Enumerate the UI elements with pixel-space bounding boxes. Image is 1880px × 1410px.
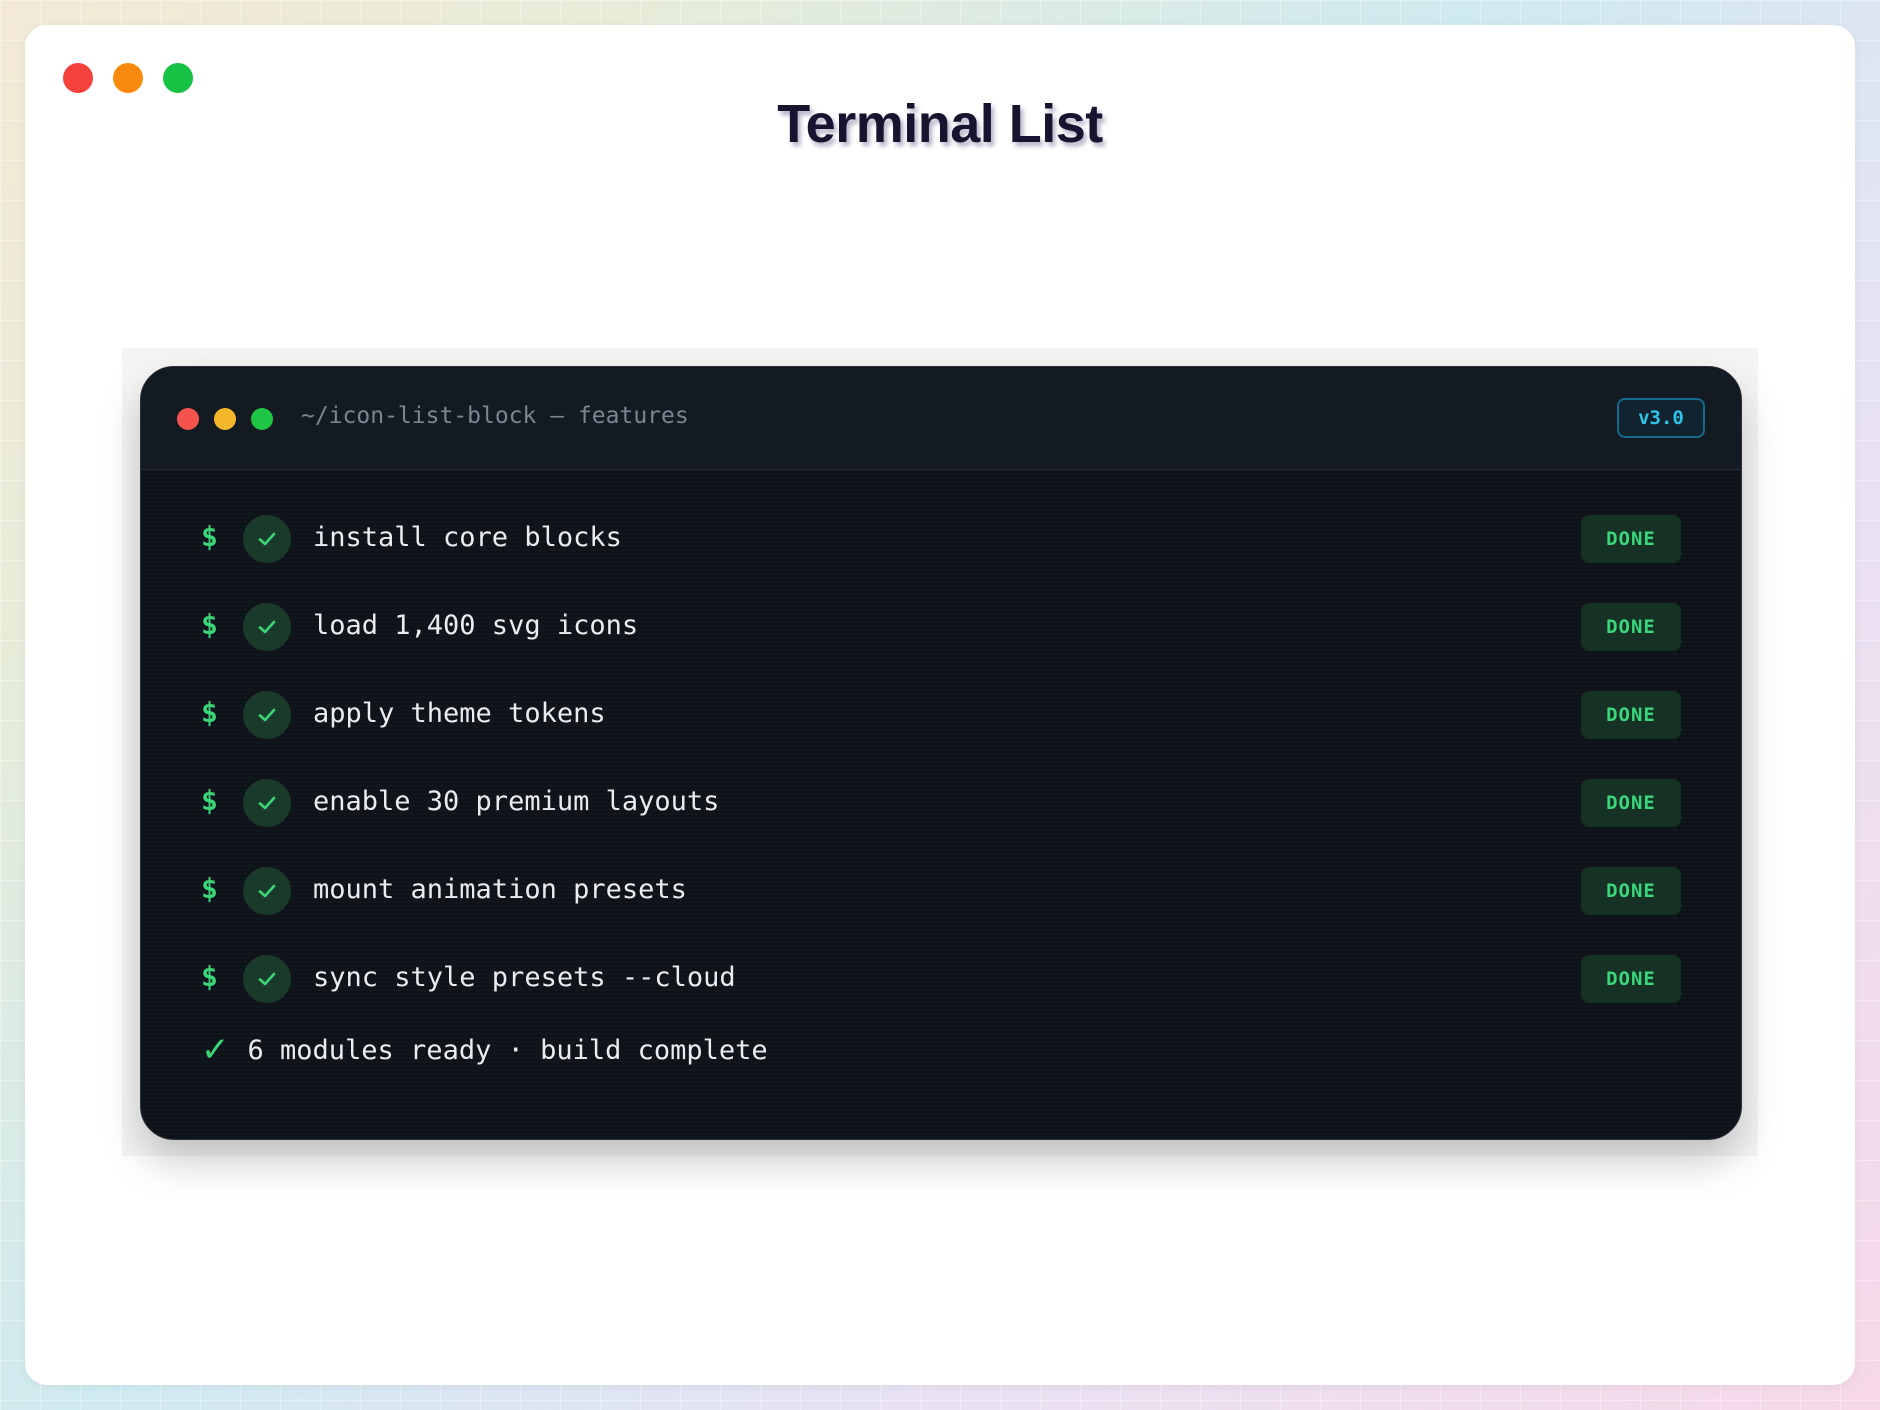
summary-line: ✓ 6 modules ready · build complete <box>201 1033 768 1067</box>
task-row: $ apply theme tokens DONE <box>141 686 1741 746</box>
check-icon <box>243 779 291 827</box>
status-badge: DONE <box>1581 955 1681 1003</box>
terminal-close-dot <box>177 408 199 430</box>
maximize-window-button[interactable] <box>163 63 193 93</box>
check-icon <box>243 603 291 651</box>
prompt-symbol: $ <box>201 608 218 641</box>
terminal-path: ~/icon-list-block — features <box>301 403 689 429</box>
terminal-header: ~/icon-list-block — features v3.0 <box>141 367 1741 470</box>
task-label: enable 30 premium layouts <box>313 786 720 817</box>
check-icon <box>243 867 291 915</box>
check-icon <box>243 955 291 1003</box>
minimize-window-button[interactable] <box>113 63 143 93</box>
terminal-window-dots <box>177 408 273 430</box>
task-label: sync style presets --cloud <box>313 962 736 993</box>
terminal-minimize-dot <box>214 408 236 430</box>
page-title: Terminal List <box>777 94 1103 154</box>
checkmark-icon: ✓ <box>201 1030 230 1070</box>
status-badge: DONE <box>1581 779 1681 827</box>
prompt-symbol: $ <box>201 520 218 553</box>
status-badge: DONE <box>1581 691 1681 739</box>
status-badge: DONE <box>1581 603 1681 651</box>
prompt-symbol: $ <box>201 784 218 817</box>
task-label: apply theme tokens <box>313 698 606 729</box>
check-icon <box>243 515 291 563</box>
task-label: load 1,400 svg icons <box>313 610 639 641</box>
task-row: $ install core blocks DONE <box>141 510 1741 570</box>
task-row: $ mount animation presets DONE <box>141 862 1741 922</box>
task-row: $ load 1,400 svg icons DONE <box>141 598 1741 658</box>
prompt-symbol: $ <box>201 872 218 905</box>
prompt-symbol: $ <box>201 960 218 993</box>
close-window-button[interactable] <box>63 63 93 93</box>
terminal-body: $ install core blocks DONE $ load 1,400 … <box>141 470 1741 1139</box>
terminal-maximize-dot <box>251 408 273 430</box>
status-badge: DONE <box>1581 515 1681 563</box>
version-badge: v3.0 <box>1617 398 1705 438</box>
task-row: $ enable 30 premium layouts DONE <box>141 774 1741 834</box>
task-label: install core blocks <box>313 522 622 553</box>
window-controls <box>63 63 193 93</box>
prompt-symbol: $ <box>201 696 218 729</box>
check-icon <box>243 691 291 739</box>
summary-text: 6 modules ready · build complete <box>247 1034 768 1066</box>
task-label: mount animation presets <box>313 874 687 905</box>
status-badge: DONE <box>1581 867 1681 915</box>
terminal-card: ~/icon-list-block — features v3.0 $ inst… <box>140 366 1742 1140</box>
task-row: $ sync style presets --cloud DONE <box>141 950 1741 1010</box>
